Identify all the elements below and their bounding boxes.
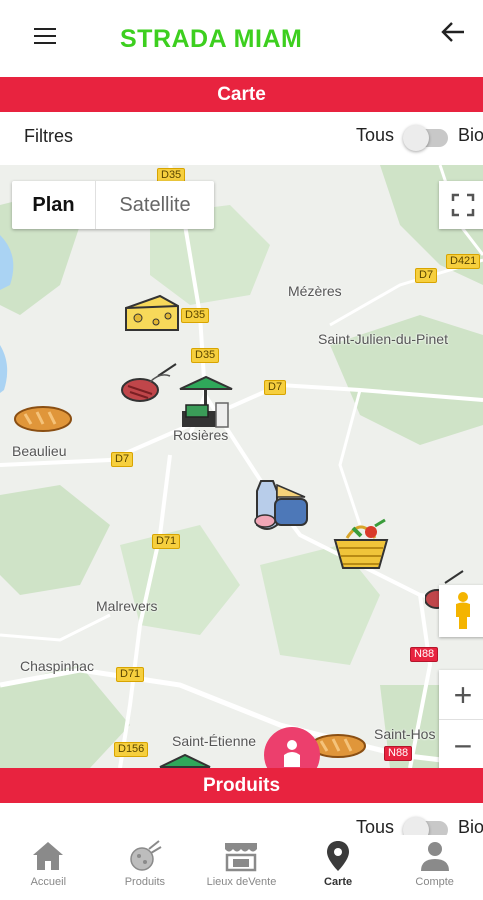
carte-section-header: Carte (0, 77, 483, 112)
road-shield: D156 (114, 742, 149, 757)
nav-item-lieux-de-vente[interactable]: Lieux deVente (193, 835, 290, 900)
nav-label: Lieux deVente (206, 876, 277, 888)
products-all-label: Tous (356, 817, 395, 835)
road-shield: N88 (410, 647, 439, 662)
arrow-left-icon[interactable] (436, 20, 470, 50)
grill-marker-icon[interactable] (120, 362, 180, 409)
nav-label: Accueil (30, 876, 67, 888)
road-shield: D71 (116, 667, 145, 682)
bread-marker-icon[interactable] (13, 402, 73, 441)
map-type-satellite-button[interactable]: Satellite (96, 181, 214, 229)
map-view[interactable]: Mézères Saint-Julien-du-Pinet Rosières B… (0, 165, 483, 768)
produce-icon (127, 839, 163, 878)
bio-label: Bio (458, 125, 483, 145)
zoom-out-button[interactable]: − (439, 721, 483, 768)
cheese-marker-icon[interactable] (124, 292, 180, 339)
place-label: Saint-Julien-du-Pinet (318, 331, 448, 347)
app-screen: STRADA MIAM Carte Filtres Tous Bio Mézèr… (0, 0, 483, 900)
products-bio-label: Bio (458, 817, 483, 835)
products-filters-row: Tous Bio (0, 805, 483, 835)
street-view-pegman-icon[interactable] (439, 585, 483, 637)
zoom-controls: + − (439, 670, 483, 768)
bio-toggle-switch[interactable] (403, 125, 448, 151)
nav-item-accueil[interactable]: Accueil (0, 835, 97, 900)
map-pin-icon (323, 839, 353, 878)
bottom-navigation: Accueil Produits Lieux deVente Carte Com… (0, 835, 483, 900)
filters-label[interactable]: Filtres (24, 126, 73, 147)
market-stall-marker-icon[interactable] (178, 375, 234, 436)
road-shield: N88 (384, 746, 413, 761)
filters-row: Filtres Tous Bio (0, 112, 483, 162)
road-shield: D71 (152, 534, 181, 549)
products-bio-toggle-switch[interactable] (403, 817, 448, 835)
map-base-layer (0, 165, 483, 768)
fullscreen-icon[interactable] (439, 181, 483, 229)
nav-label: Compte (415, 876, 454, 888)
road-shield: D35 (181, 308, 210, 323)
place-label: Malrevers (96, 598, 158, 614)
place-label: Mézères (288, 283, 342, 299)
place-label: Saint-Étienne (172, 733, 257, 749)
nav-label: Carte (324, 876, 353, 888)
nav-item-compte[interactable]: Compte (386, 835, 483, 900)
account-icon (418, 839, 452, 878)
all-label: Tous (356, 125, 395, 145)
store-icon (222, 839, 260, 878)
dairy-marker-icon[interactable] (247, 477, 311, 540)
map-type-control: Plan Satellite (12, 181, 214, 229)
road-shield: D7 (415, 268, 438, 283)
place-label: Saint-Hos (374, 726, 436, 742)
top-app-bar: STRADA MIAM (0, 0, 483, 77)
nav-item-carte[interactable]: Carte (290, 835, 387, 900)
hamburger-menu-icon[interactable] (28, 22, 62, 50)
road-shield: D7 (264, 380, 287, 395)
map-type-plan-button[interactable]: Plan (12, 181, 96, 229)
market-stall-marker-icon-2[interactable] (158, 753, 212, 768)
home-icon (30, 839, 66, 878)
road-shield: D35 (191, 348, 220, 363)
nav-label: Produits (124, 876, 166, 888)
products-section-header: Produits (0, 768, 483, 803)
app-title: STRADA MIAM (120, 25, 303, 53)
zoom-in-button[interactable]: + (439, 670, 483, 720)
vegetable-basket-marker-icon[interactable] (331, 518, 391, 577)
road-shield: D7 (111, 452, 134, 467)
place-label: Chaspinhac (20, 658, 94, 674)
nav-item-produits[interactable]: Produits (97, 835, 194, 900)
road-shield: D421 (446, 254, 481, 269)
place-label: Beaulieu (12, 443, 67, 459)
